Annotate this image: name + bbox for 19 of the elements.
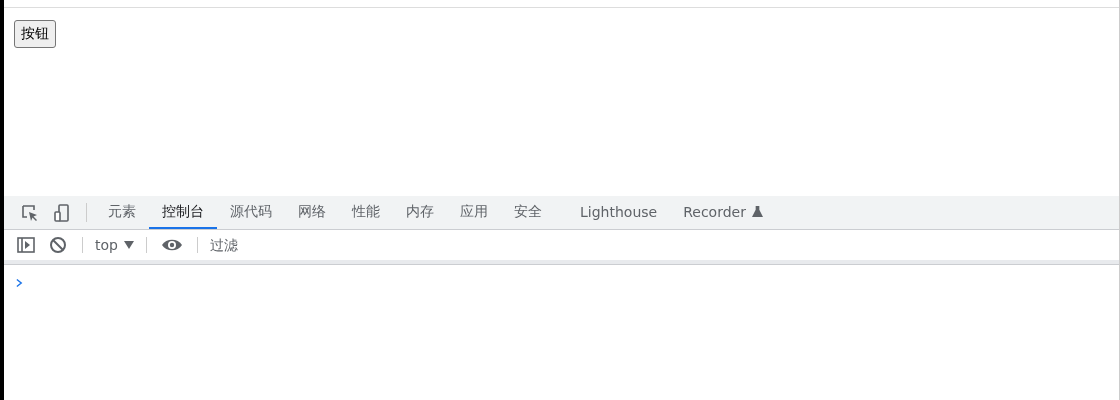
- panel-tab[interactable]: Lighthouse: [567, 196, 671, 229]
- page-button[interactable]: 按钮: [14, 20, 56, 48]
- prompt-icon[interactable]: [16, 278, 23, 288]
- panel-tab[interactable]: 安全: [501, 196, 555, 229]
- panel-tab[interactable]: 元素: [95, 196, 149, 229]
- panel-tab[interactable]: 源代码: [217, 196, 285, 229]
- panel-tab[interactable]: 内存: [393, 196, 447, 229]
- sidebar-toggle-icon[interactable]: [16, 235, 36, 255]
- panel-tab[interactable]: 性能: [339, 196, 393, 229]
- panel-tab[interactable]: 控制台: [149, 196, 217, 229]
- inspect-icon[interactable]: [20, 202, 40, 223]
- panel-tab[interactable]: Recorder: [670, 196, 776, 229]
- panel-tab[interactable]: 网络: [285, 196, 339, 229]
- panel-tab[interactable]: 应用: [447, 196, 501, 229]
- flask-icon: [751, 205, 763, 218]
- context-dropdown[interactable]: top: [91, 230, 138, 260]
- device-icon[interactable]: [52, 202, 72, 223]
- dropdown-triangle-icon: [123, 241, 134, 249]
- clear-console-icon[interactable]: [48, 235, 68, 255]
